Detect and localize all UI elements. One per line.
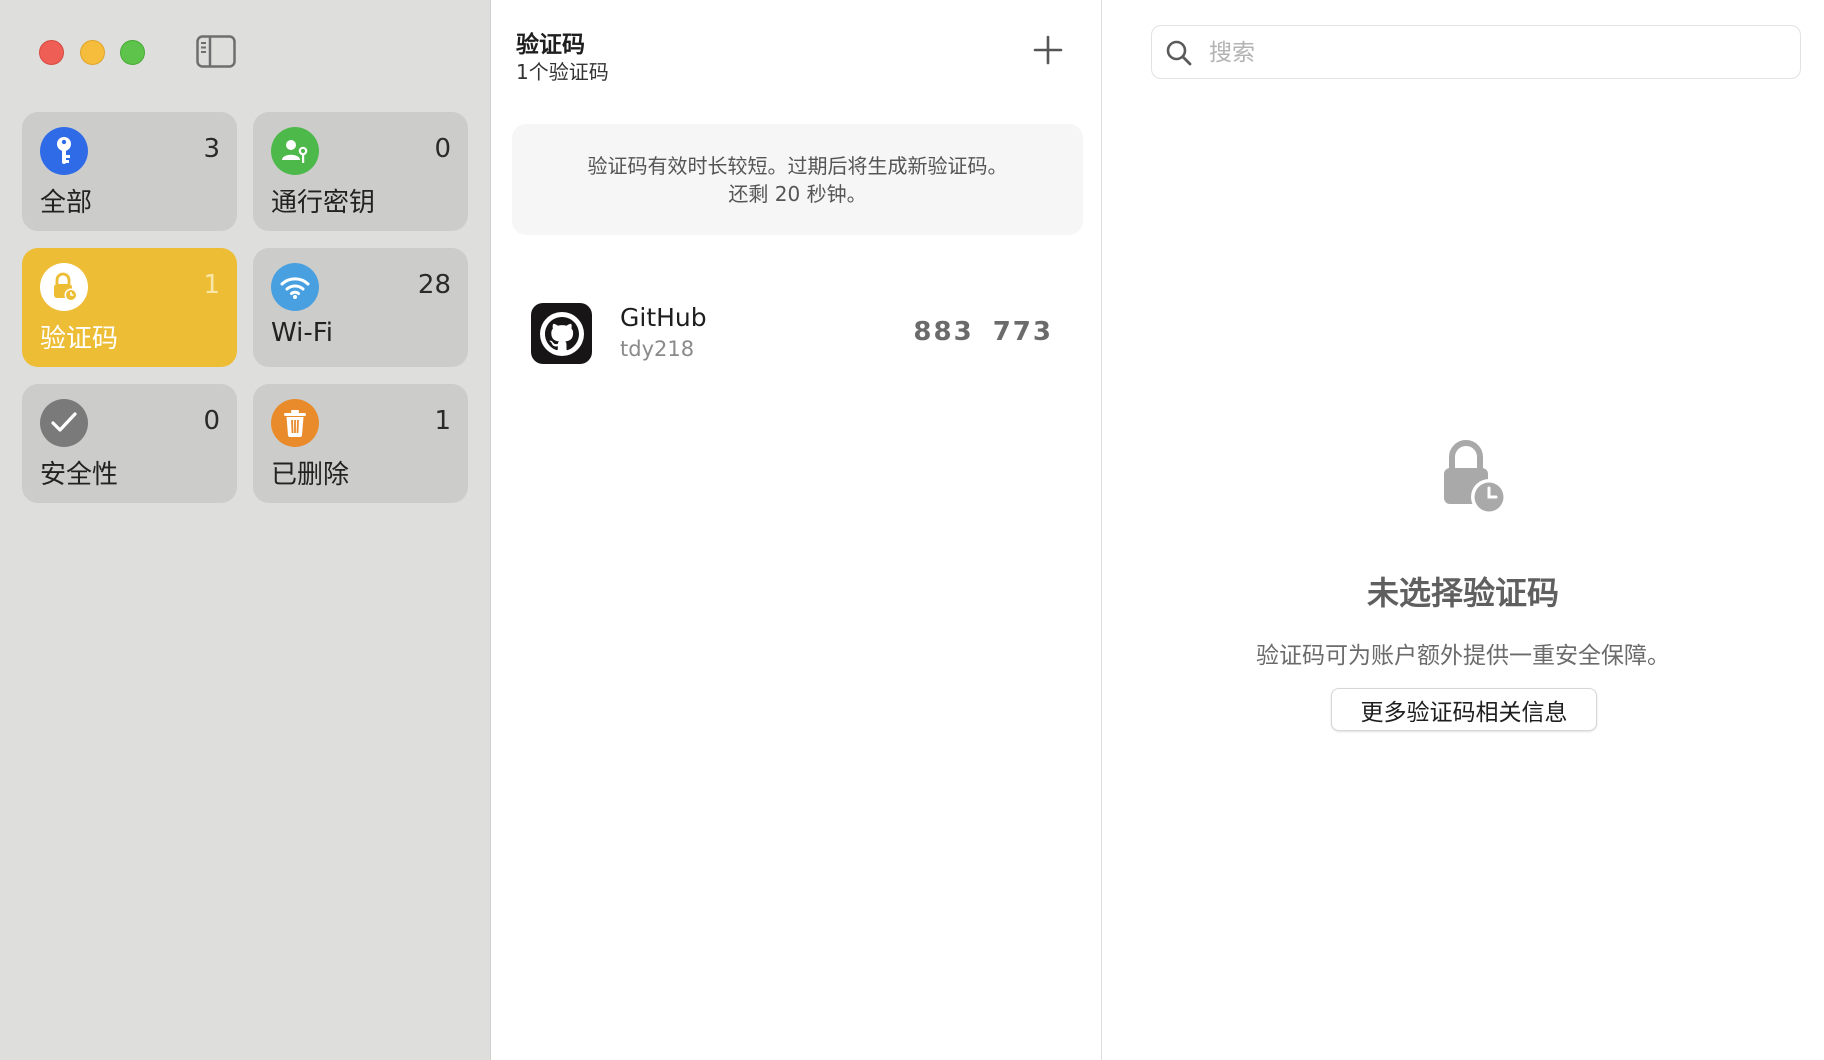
account-name: GitHub [620, 303, 707, 332]
minimize-icon[interactable] [80, 40, 105, 65]
sidebar-item-security[interactable]: 0 安全性 [22, 384, 237, 503]
zoom-icon[interactable] [120, 40, 145, 65]
sidebar: 3 全部 0 通行密钥 1 验证码 28 Wi-Fi 0 安全性 1 已删除 [0, 0, 491, 1060]
account-username: tdy218 [620, 337, 695, 361]
sidebar-item-verification-codes[interactable]: 1 验证码 [22, 248, 237, 367]
sidebar-toggle-icon[interactable] [196, 35, 236, 68]
list-subtitle: 1个验证码 [516, 60, 609, 84]
passkey-icon [271, 127, 319, 175]
code-list-pane: 验证码 1个验证码 验证码有效时长较短。过期后将生成新验证码。 还剩 20 秒钟… [491, 0, 1102, 1060]
expiry-info-banner: 验证码有效时长较短。过期后将生成新验证码。 还剩 20 秒钟。 [512, 124, 1083, 235]
lock-clock-icon [40, 263, 88, 311]
banner-countdown: 还剩 20 秒钟。 [728, 182, 867, 206]
tile-count: 1 [434, 406, 451, 436]
tile-count: 0 [434, 134, 451, 164]
tile-count: 1 [203, 270, 220, 300]
banner-line: 验证码有效时长较短。过期后将生成新验证码。 [587, 154, 1008, 178]
tile-label: 通行密钥 [271, 188, 376, 218]
search-input[interactable] [1207, 34, 1791, 72]
list-title: 验证码 [516, 32, 585, 58]
tile-label: 已删除 [271, 460, 350, 490]
tile-label: 全部 [40, 188, 93, 218]
tile-count: 3 [203, 134, 220, 164]
wifi-icon [271, 263, 319, 311]
sidebar-item-passkeys[interactable]: 0 通行密钥 [253, 112, 468, 231]
tile-label: 验证码 [40, 324, 119, 354]
passwords-window: 3 全部 0 通行密钥 1 验证码 28 Wi-Fi 0 安全性 1 已删除 验… [0, 0, 1824, 1060]
empty-state-description: 验证码可为账户额外提供一重安全保障。 [1256, 643, 1670, 669]
checkmark-icon [40, 399, 88, 447]
list-item[interactable]: GitHub tdy218 883 773 [512, 285, 1083, 380]
github-icon [531, 303, 592, 364]
detail-pane: 未选择验证码 验证码可为账户额外提供一重安全保障。 更多验证码相关信息 [1102, 0, 1824, 1060]
trash-icon [271, 399, 319, 447]
more-info-button[interactable]: 更多验证码相关信息 [1331, 688, 1597, 731]
sidebar-item-all[interactable]: 3 全部 [22, 112, 237, 231]
tile-count: 28 [417, 270, 451, 300]
lock-clock-icon [1444, 440, 1507, 515]
close-icon[interactable] [39, 40, 64, 65]
key-icon [40, 127, 88, 175]
tile-label: Wi-Fi [271, 318, 334, 348]
tile-label: 安全性 [40, 460, 119, 490]
search-field[interactable] [1151, 25, 1801, 79]
verification-code[interactable]: 883 773 [913, 317, 1053, 347]
plus-icon[interactable] [1031, 33, 1065, 67]
sidebar-item-wifi[interactable]: 28 Wi-Fi [253, 248, 468, 367]
search-icon [1166, 40, 1192, 66]
sidebar-item-deleted[interactable]: 1 已删除 [253, 384, 468, 503]
empty-state-title: 未选择验证码 [1366, 574, 1559, 612]
tile-count: 0 [203, 406, 220, 436]
